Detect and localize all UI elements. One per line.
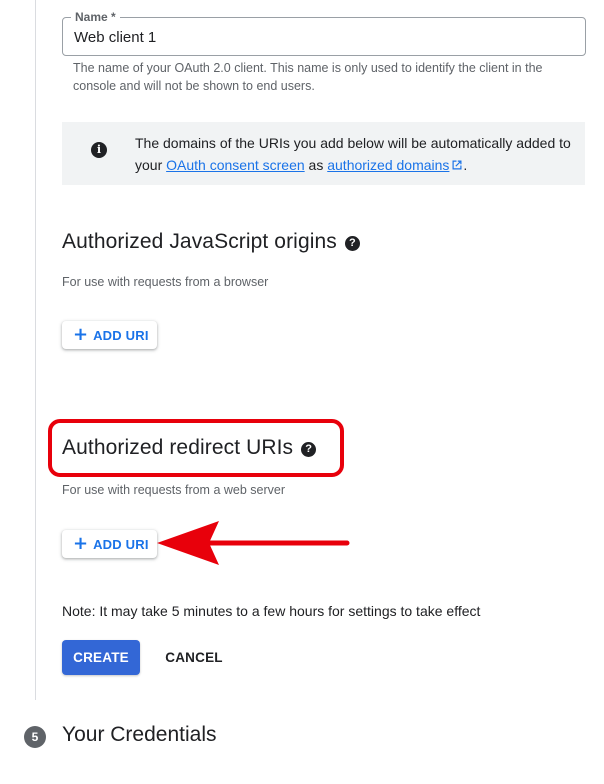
name-field-label: Name * — [71, 10, 120, 24]
js-origins-title-text: Authorized JavaScript origins — [62, 230, 337, 253]
step-title: Your Credentials — [62, 723, 217, 746]
cancel-button[interactable]: CANCEL — [155, 640, 233, 675]
external-link-icon[interactable] — [451, 159, 463, 171]
name-field[interactable]: Name * Web client 1 — [62, 10, 586, 56]
annotation-arrow-icon — [157, 521, 350, 565]
create-button[interactable]: CREATE — [62, 640, 140, 675]
add-js-origin-uri-button[interactable]: + ADD URI — [62, 321, 157, 349]
add-redirect-uri-button[interactable]: + ADD URI — [62, 530, 157, 558]
help-icon[interactable]: ? — [344, 236, 360, 251]
js-origins-subtitle: For use with requests from a browser — [62, 275, 269, 289]
add-uri-label: ADD URI — [93, 327, 149, 343]
info-text-middle: as — [304, 157, 328, 173]
js-origins-title: Authorized JavaScript origins? — [62, 229, 360, 255]
stepper-line — [35, 0, 36, 700]
name-field-value[interactable]: Web client 1 — [74, 29, 156, 46]
redirect-uris-subtitle: For use with requests from a web server — [62, 483, 285, 497]
oauth-consent-link[interactable]: OAuth consent screen — [166, 157, 305, 173]
step-number-badge: 5 — [24, 726, 46, 748]
plus-icon: + — [73, 324, 89, 345]
name-field-help: The name of your OAuth 2.0 client. This … — [73, 61, 543, 93]
info-text: The domains of the URIs you add below wi… — [135, 132, 575, 176]
add-uri-label: ADD URI — [93, 536, 149, 552]
plus-icon: + — [73, 533, 89, 554]
info-banner: i The domains of the URIs you add below … — [62, 122, 585, 185]
info-text-after: . — [463, 157, 468, 173]
authorized-domains-link[interactable]: authorized domains — [327, 157, 449, 173]
annotation-highlight-box — [48, 419, 344, 477]
info-icon: i — [91, 142, 107, 158]
settings-note: Note: It may take 5 minutes to a few hou… — [62, 603, 481, 619]
